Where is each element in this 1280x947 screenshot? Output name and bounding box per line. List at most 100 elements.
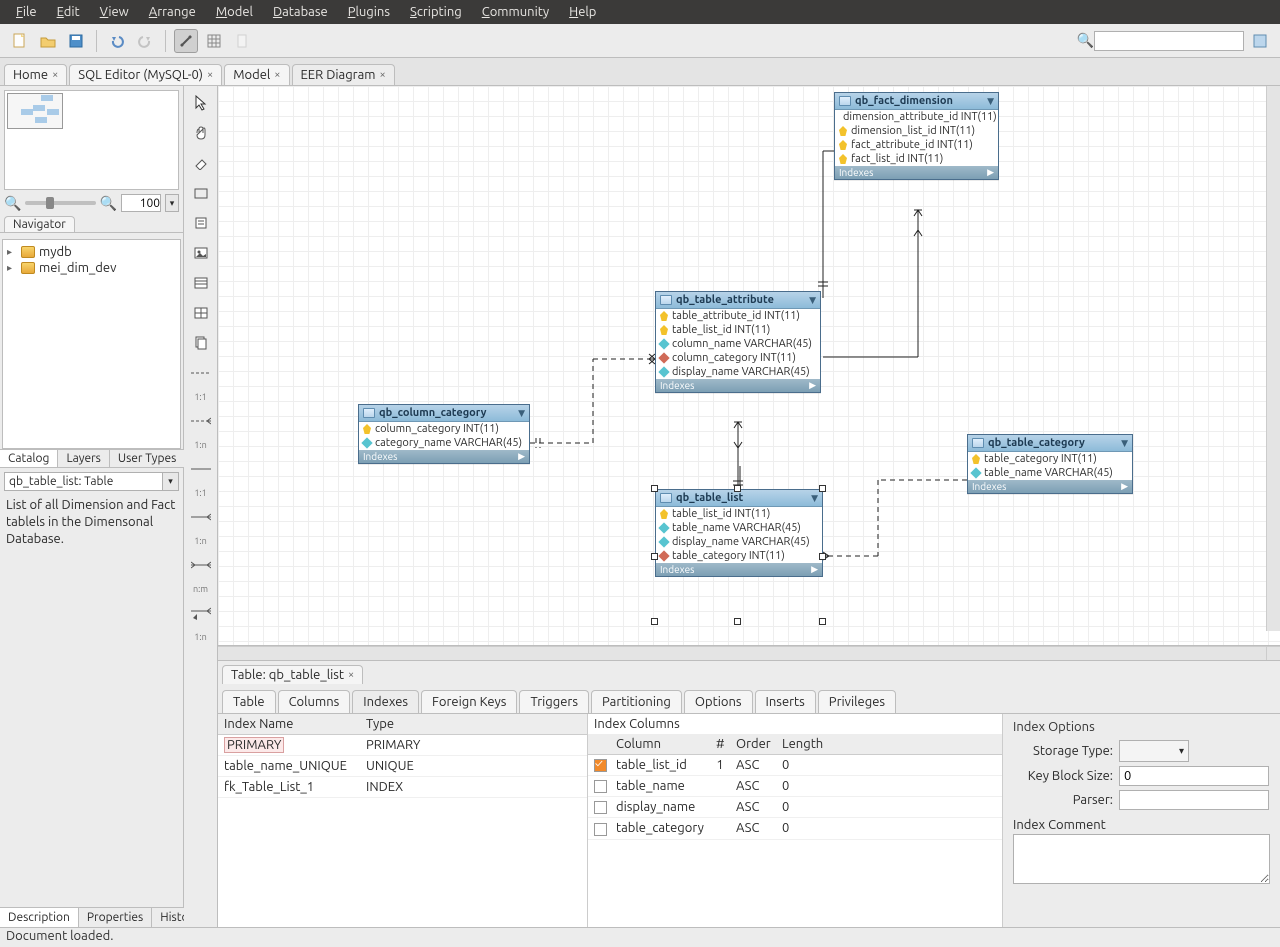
note-tool-icon[interactable] <box>189 212 213 234</box>
resize-handle[interactable] <box>651 618 658 625</box>
subtab-table[interactable]: Table <box>222 690 276 713</box>
resize-handle[interactable] <box>819 618 826 625</box>
column-row[interactable]: table_category INT(11) <box>656 549 822 563</box>
subtab-options[interactable]: Options <box>684 690 753 713</box>
index-column-row[interactable]: table_nameASC0 <box>588 776 1002 797</box>
table-tool-icon[interactable] <box>189 272 213 294</box>
storage-type-dropdown[interactable]: ▾ <box>1119 740 1189 762</box>
column-row[interactable]: table_name VARCHAR(45) <box>656 521 822 535</box>
chevron-down-icon[interactable]: ▼ <box>811 493 818 504</box>
index-columns-grid[interactable]: Index Columns Column # Order Length tabl… <box>588 714 1003 927</box>
eraser-tool-icon[interactable] <box>189 152 213 174</box>
resize-handle[interactable] <box>651 485 658 492</box>
index-column-row[interactable]: display_nameASC0 <box>588 797 1002 818</box>
object-selector[interactable]: qb_table_list: Table <box>4 472 163 491</box>
menu-view[interactable]: View <box>90 5 139 19</box>
column-row[interactable]: dimension_list_id INT(11) <box>835 124 998 138</box>
column-row[interactable]: column_name VARCHAR(45) <box>656 337 820 351</box>
checkbox[interactable] <box>594 759 607 772</box>
entity-qb-table-category[interactable]: qb_table_category▼ table_category INT(11… <box>967 434 1133 494</box>
search-input[interactable] <box>1094 31 1244 51</box>
zoom-out-icon[interactable]: 🔍 <box>4 195 21 212</box>
index-row[interactable]: table_name_UNIQUEUNIQUE <box>218 756 587 777</box>
navigator-tab[interactable]: Navigator <box>4 216 75 232</box>
hand-tool-icon[interactable] <box>189 122 213 144</box>
sidetab-description[interactable]: Description <box>0 908 79 927</box>
index-list-grid[interactable]: Index NameType PRIMARYPRIMARYtable_name_… <box>218 714 588 927</box>
grid-toggle-icon[interactable] <box>202 29 226 53</box>
tab-model[interactable]: Model× <box>224 64 289 85</box>
resize-handle[interactable] <box>734 618 741 625</box>
index-row[interactable]: fk_Table_List_1INDEX <box>218 777 587 798</box>
redo-icon[interactable] <box>133 29 157 53</box>
checkbox[interactable] <box>594 801 607 814</box>
menu-model[interactable]: Model <box>206 5 263 19</box>
entity-qb-column-category[interactable]: qb_column_category▼ column_category INT(… <box>358 404 530 464</box>
close-icon[interactable]: × <box>207 69 213 81</box>
resize-handle[interactable] <box>819 485 826 492</box>
menu-community[interactable]: Community <box>472 5 559 19</box>
chevron-down-icon[interactable]: ▼ <box>809 295 816 306</box>
tab-sql-editor[interactable]: SQL Editor (MySQL-0)× <box>69 64 222 85</box>
entity-qb-table-list[interactable]: qb_table_list▼ table_list_id INT(11)tabl… <box>655 489 823 577</box>
close-icon[interactable]: × <box>380 69 386 81</box>
subtab-inserts[interactable]: Inserts <box>755 690 816 713</box>
routine-tool-icon[interactable] <box>189 332 213 354</box>
subtab-partitioning[interactable]: Partitioning <box>591 690 682 713</box>
column-row[interactable]: table_category INT(11) <box>968 452 1132 466</box>
tree-item-mydb[interactable]: ▸mydb <box>7 244 176 260</box>
close-icon[interactable]: × <box>52 69 58 81</box>
resize-handle[interactable] <box>819 553 826 560</box>
vertical-scrollbar[interactable] <box>1266 86 1280 631</box>
object-description[interactable]: List of all Dimension and Fact tablels i… <box>0 495 183 907</box>
horizontal-scrollbar[interactable] <box>218 647 1266 660</box>
index-column-row[interactable]: table_list_id1ASC0 <box>588 755 1002 776</box>
entity-qb-table-attribute[interactable]: qb_table_attribute▼ table_attribute_id I… <box>655 291 821 393</box>
tab-eer-diagram[interactable]: EER Diagram× <box>292 64 395 85</box>
column-row[interactable]: table_attribute_id INT(11) <box>656 309 820 323</box>
sidetab-properties[interactable]: Properties <box>79 908 152 927</box>
index-row[interactable]: PRIMARYPRIMARY <box>218 735 587 756</box>
entity-qb-fact-dimension[interactable]: qb_fact_dimension▼ dimension_attribute_i… <box>834 92 999 180</box>
rel-1-n-pick-icon[interactable] <box>189 602 213 624</box>
chevron-down-icon[interactable]: ▼ <box>518 408 525 419</box>
column-row[interactable]: table_list_id INT(11) <box>656 507 822 521</box>
subtab-indexes[interactable]: Indexes <box>352 690 419 713</box>
column-row[interactable]: fact_attribute_id INT(11) <box>835 138 998 152</box>
subtab-foreign-keys[interactable]: Foreign Keys <box>421 690 517 713</box>
column-row[interactable]: table_list_id INT(11) <box>656 323 820 337</box>
subtab-columns[interactable]: Columns <box>278 690 351 713</box>
rel-1-1-id-icon[interactable] <box>189 458 213 480</box>
index-column-row[interactable]: table_categoryASC0 <box>588 818 1002 839</box>
tab-home[interactable]: Home× <box>4 64 67 85</box>
col-header[interactable]: Index Name <box>218 714 360 734</box>
menu-help[interactable]: Help <box>559 5 606 19</box>
rel-1-n-nonid-icon[interactable] <box>189 410 213 432</box>
menu-edit[interactable]: Edit <box>47 5 90 19</box>
rel-1-n-id-icon[interactable] <box>189 506 213 528</box>
undo-icon[interactable] <box>105 29 129 53</box>
editor-tab-title[interactable]: Table: qb_table_list× <box>222 665 363 684</box>
sidetab-layers[interactable]: Layers <box>58 450 109 467</box>
checkbox[interactable] <box>594 823 607 836</box>
zoom-slider[interactable] <box>25 201 95 205</box>
column-row[interactable]: column_category INT(11) <box>656 351 820 365</box>
subtab-triggers[interactable]: Triggers <box>519 690 589 713</box>
pointer-tool-icon[interactable] <box>189 92 213 114</box>
subtab-privileges[interactable]: Privileges <box>818 690 896 713</box>
menu-scripting[interactable]: Scripting <box>400 5 472 19</box>
view-tool-icon[interactable] <box>189 302 213 324</box>
close-icon[interactable]: × <box>274 69 280 81</box>
close-icon[interactable]: × <box>348 669 354 681</box>
column-row[interactable]: table_name VARCHAR(45) <box>968 466 1132 480</box>
eer-canvas[interactable]: qb_fact_dimension▼ dimension_attribute_i… <box>218 86 1280 646</box>
zoom-dropdown[interactable]: ▾ <box>165 194 179 212</box>
page-icon[interactable] <box>230 29 254 53</box>
zoom-input[interactable] <box>121 194 161 212</box>
chevron-right-icon[interactable]: ▶ <box>518 451 525 462</box>
checkbox[interactable] <box>594 780 607 793</box>
chevron-down-icon[interactable]: ▼ <box>1121 438 1128 449</box>
menu-file[interactable]: File <box>6 5 47 19</box>
column-row[interactable]: category_name VARCHAR(45) <box>359 436 529 450</box>
chevron-down-icon[interactable]: ▼ <box>987 96 994 107</box>
